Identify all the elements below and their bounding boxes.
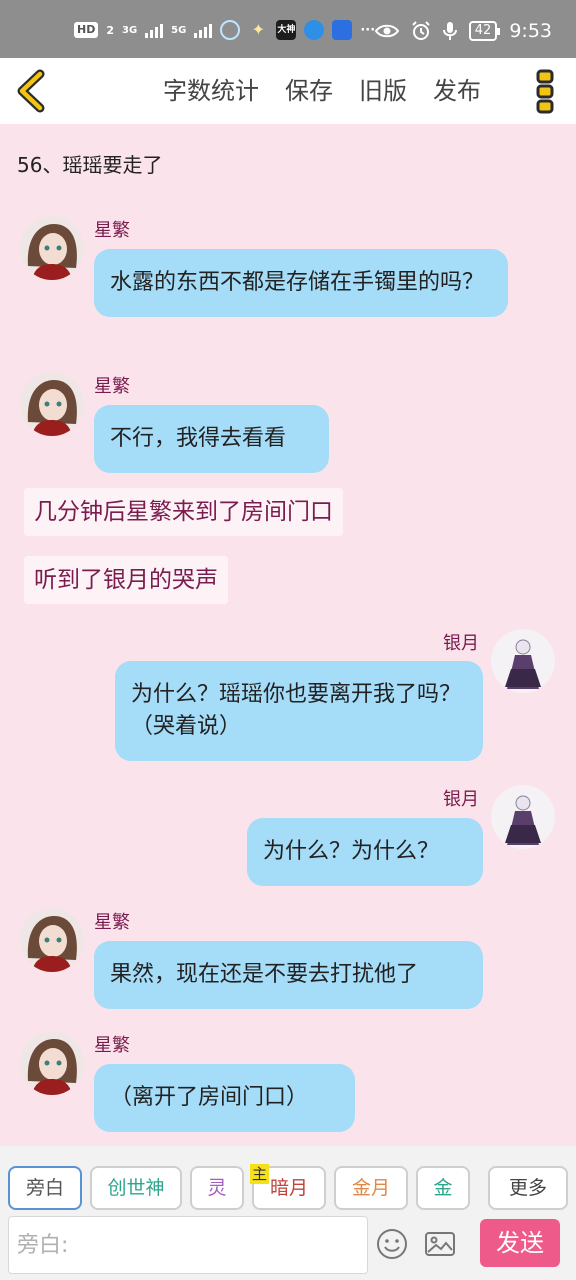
role-chip[interactable]: 金 xyxy=(416,1166,470,1210)
back-button[interactable] xyxy=(12,68,56,114)
clock: 9:53 xyxy=(509,20,552,42)
character-portrait-icon xyxy=(20,216,84,280)
input-row: 发送 xyxy=(0,1216,576,1274)
alarm-icon xyxy=(412,21,430,40)
role-chip-main[interactable]: 主 暗月 xyxy=(250,1164,326,1210)
publish-button[interactable]: 发布 xyxy=(420,74,494,108)
tips-app-icon xyxy=(332,20,353,40)
role-chip[interactable]: 创世神 xyxy=(90,1166,182,1210)
character-portrait-icon xyxy=(20,1031,84,1095)
speaker-name: 星繁 xyxy=(94,220,130,241)
speaker-name: 星繁 xyxy=(94,912,130,933)
battery-indicator: 42 xyxy=(468,21,500,41)
message-bubble[interactable]: 果然，现在还是不要去打扰他了 xyxy=(94,941,483,1009)
signal-icon-2 xyxy=(194,22,213,38)
browser-app-icon xyxy=(304,20,325,40)
image-button[interactable] xyxy=(422,1226,462,1266)
more-notifications-icon: ··· xyxy=(360,22,376,38)
character-portrait-icon xyxy=(491,785,555,849)
word-count-button[interactable]: 字数统计 xyxy=(150,74,272,108)
role-chip-label: 暗月 xyxy=(269,1177,308,1199)
more-roles-button[interactable]: 更多 xyxy=(488,1166,568,1210)
header-actions: 字数统计 保存 旧版 发布 xyxy=(150,74,494,108)
dashen-app-icon: 大神 xyxy=(276,20,297,40)
hd-indicator: HD xyxy=(74,22,99,38)
avatar-xingfan[interactable] xyxy=(20,908,84,972)
status-left: HD 2 3G 5G ✦ 大神 ··· xyxy=(74,20,375,40)
chat-area[interactable]: 56、瑶瑶要走了 星繁 水露的东西不都是存储在手镯里的吗？ 星繁 不行，我得去看… xyxy=(0,124,576,1146)
narration-line[interactable]: 几分钟后星繁来到了房间门口 xyxy=(24,488,343,536)
status-right: 42 9:53 xyxy=(374,20,552,42)
message-input[interactable] xyxy=(8,1216,368,1274)
send-button[interactable]: 发送 xyxy=(480,1219,560,1267)
message-bubble[interactable]: 为什么？为什么？ xyxy=(247,818,483,886)
avatar-xingfan[interactable] xyxy=(20,372,84,436)
character-portrait-icon xyxy=(491,629,555,693)
signal-icon-1 xyxy=(145,22,164,38)
status-bar: HD 2 3G 5G ✦ 大神 ··· 42 9:53 xyxy=(0,0,576,58)
avatar-yinyue[interactable] xyxy=(491,785,555,849)
old-version-button[interactable]: 旧版 xyxy=(346,74,420,108)
mic-icon xyxy=(442,22,457,40)
narration-line[interactable]: 听到了银月的哭声 xyxy=(24,556,228,604)
role-chip[interactable]: 金月 xyxy=(334,1166,408,1210)
avatar-yinyue[interactable] xyxy=(491,629,555,693)
more-vertical-icon xyxy=(536,69,554,114)
smiley-icon xyxy=(377,1229,407,1259)
headset-app-icon xyxy=(220,20,241,40)
role-chip[interactable]: 灵 xyxy=(190,1166,244,1210)
message-bubble[interactable]: 不行，我得去看看 xyxy=(94,405,329,473)
speaker-name: 银月 xyxy=(443,633,479,654)
role-selector: 旁白 创世神 灵 主 暗月 金月 金 更多 xyxy=(0,1164,576,1212)
image-icon xyxy=(425,1232,455,1256)
eye-icon xyxy=(374,24,399,38)
speaker-name: 星繁 xyxy=(94,1035,130,1056)
bulb-app-icon: ✦ xyxy=(251,20,266,39)
chapter-title: 56、瑶瑶要走了 xyxy=(17,153,163,177)
character-portrait-icon xyxy=(20,372,84,436)
speaker-name: 银月 xyxy=(443,789,479,810)
role-chip-narrator[interactable]: 旁白 xyxy=(8,1166,82,1210)
menu-button[interactable] xyxy=(528,68,562,114)
chevron-left-icon xyxy=(17,69,45,113)
network-label-2: 5G xyxy=(171,24,187,36)
sim-indicator: 2 xyxy=(106,23,114,37)
message-bubble[interactable]: 为什么？瑶瑶你也要离开我了吗？（哭着说） xyxy=(115,661,483,761)
speaker-name: 星繁 xyxy=(94,376,130,397)
message-bubble[interactable]: （离开了房间门口） xyxy=(94,1064,355,1132)
composer-panel: 旁白 创世神 灵 主 暗月 金月 金 更多 发送 xyxy=(0,1146,576,1280)
avatar-xingfan[interactable] xyxy=(20,216,84,280)
message-bubble[interactable]: 水露的东西不都是存储在手镯里的吗？ xyxy=(94,249,508,317)
save-button[interactable]: 保存 xyxy=(272,74,346,108)
emoji-button[interactable] xyxy=(374,1226,414,1266)
avatar-xingfan[interactable] xyxy=(20,1031,84,1095)
editor-header: 字数统计 保存 旧版 发布 xyxy=(0,58,576,124)
character-portrait-icon xyxy=(20,908,84,972)
main-role-badge: 主 xyxy=(250,1164,270,1184)
network-label-1: 3G xyxy=(122,24,138,36)
